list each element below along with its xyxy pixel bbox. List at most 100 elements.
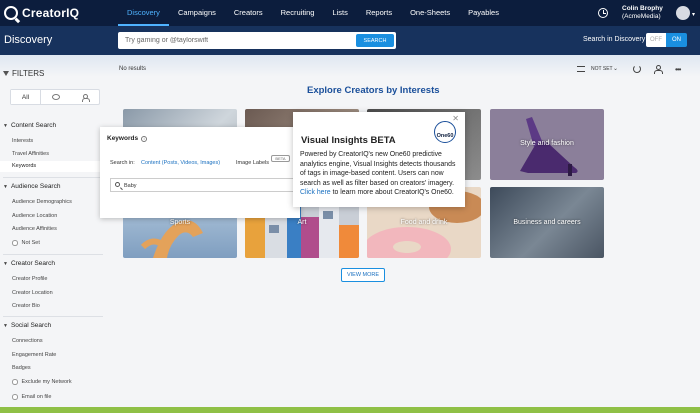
checkbox[interactable]: [12, 394, 18, 400]
user-info[interactable]: Colin Brophy (AcmeMedia): [622, 5, 663, 21]
section-content-search[interactable]: ▼ Content Search: [3, 122, 56, 129]
nav-tab-one-sheets[interactable]: One-Sheets: [401, 0, 459, 26]
logo-icon: [4, 6, 18, 20]
section-title: Audience Search: [10, 183, 61, 190]
add-user-icon[interactable]: [654, 65, 663, 74]
checkbox-exclude-my-network[interactable]: Exclude my Network: [12, 379, 72, 385]
image-labels-option[interactable]: Image Labels: [236, 160, 269, 166]
section-creator-search[interactable]: ▼ Creator Search: [3, 260, 55, 267]
nav-tab-campaigns[interactable]: Campaigns: [169, 0, 225, 26]
section-social-search[interactable]: ▼ Social Search: [3, 322, 51, 329]
nav-tab-recruiting[interactable]: Recruiting: [272, 0, 324, 26]
page-title: Discovery: [4, 34, 53, 46]
keyword-input-value: Baby: [124, 182, 137, 189]
interest-card-style-fashion[interactable]: Style and fashion: [490, 109, 604, 180]
sidebar-item-creator-bio[interactable]: Creator Bio: [12, 303, 40, 309]
discovery-bar: Discovery SEARCH Search in Discovery OFF…: [0, 26, 700, 55]
avatar[interactable]: [676, 6, 690, 20]
filter-type-segment: All: [10, 89, 100, 105]
one60-logo: One60: [434, 121, 456, 143]
section-audience-search[interactable]: ▼ Audience Search: [3, 183, 60, 190]
divider: [3, 177, 103, 178]
filters-label: FILTERS: [12, 69, 45, 78]
interest-card-business-careers[interactable]: Business and careers: [490, 187, 604, 258]
visual-insights-popup: ✕ One60 Visual Insights BETA Powered by …: [293, 112, 465, 207]
sort-select[interactable]: NOT SET: [591, 66, 613, 72]
keywords-title-text: Keywords: [107, 135, 139, 142]
search-in-discovery-label: Search in Discovery: [583, 36, 646, 43]
sidebar-item-travel-affinities[interactable]: Travel Affinities: [12, 151, 49, 157]
section-title: Content Search: [10, 122, 57, 129]
search-box: SEARCH: [118, 32, 396, 49]
refresh-icon[interactable]: [633, 65, 641, 73]
section-title: Social Search: [10, 322, 52, 329]
one60-logo-text: One60: [436, 133, 454, 139]
toggle-on[interactable]: ON: [666, 33, 687, 47]
segment-content[interactable]: [41, 90, 70, 104]
checkbox-not-set[interactable]: Not Set: [12, 240, 40, 246]
sidebar-item-keywords[interactable]: Keywords: [0, 161, 100, 172]
sidebar-item-badges[interactable]: Badges: [12, 365, 31, 371]
segment-creator[interactable]: [70, 90, 99, 104]
visual-insights-title: Visual Insights BETA: [301, 135, 396, 146]
divider: [3, 254, 103, 255]
card-label: Art: [297, 219, 307, 226]
sidebar-item-creator-profile[interactable]: Creator Profile: [12, 276, 47, 282]
user-name: Colin Brophy: [622, 5, 663, 12]
sidebar-item-connections[interactable]: Connections: [12, 338, 43, 344]
keywords-title: Keywords i: [107, 135, 148, 142]
explore-title: Explore Creators by Interests: [307, 85, 440, 96]
view-more-button[interactable]: VIEW MORE: [341, 268, 385, 282]
nav-tab-discovery[interactable]: Discovery: [118, 0, 169, 26]
sidebar-item-creator-location[interactable]: Creator Location: [12, 290, 53, 296]
chevron-down-icon[interactable]: ⌄: [613, 65, 618, 72]
card-label: Business and careers: [513, 219, 581, 226]
results-count: No results: [119, 66, 147, 72]
nav-tab-creators[interactable]: Creators: [225, 0, 272, 26]
more-icon[interactable]: •••: [675, 65, 681, 74]
nav-tab-payables[interactable]: Payables: [459, 0, 508, 26]
eye-icon: [51, 94, 60, 100]
divider: [3, 316, 103, 317]
nav-tab-lists[interactable]: Lists: [323, 0, 356, 26]
sidebar-item-audience-demographics[interactable]: Audience Demographics: [12, 199, 72, 205]
footer-bar: [0, 407, 700, 413]
sidebar-item-interests[interactable]: Interests: [12, 138, 33, 144]
chevron-down-icon: ▼: [3, 122, 8, 129]
clock-icon[interactable]: [598, 8, 608, 18]
toggle-off[interactable]: OFF: [646, 33, 666, 47]
checkbox-label: Email on file: [21, 394, 52, 400]
person-icon: [81, 93, 90, 102]
search-button-label: SEARCH: [363, 37, 387, 44]
content-search-option[interactable]: Content (Posts, Videos, Images): [141, 160, 220, 166]
beta-badge: BETA: [271, 155, 290, 162]
visual-insights-body: Powered by CreatorIQ's new One60 predict…: [300, 150, 462, 198]
filter-icon: [3, 71, 9, 76]
search-in-discovery-toggle[interactable]: OFF ON: [646, 33, 687, 47]
sidebar: FILTERS All ▼ Content Search Interests T…: [0, 55, 108, 407]
keyword-input[interactable]: Baby: [110, 178, 300, 192]
nav-tab-reports[interactable]: Reports: [357, 0, 401, 26]
nav-tabs: Discovery Campaigns Creators Recruiting …: [118, 0, 508, 26]
sidebar-item-audience-location[interactable]: Audience Location: [12, 213, 57, 219]
close-icon[interactable]: ✕: [452, 114, 459, 123]
info-icon[interactable]: i: [141, 135, 148, 142]
segment-all[interactable]: All: [11, 90, 41, 104]
body-tail: to learn more about CreatorIQ's One60.: [332, 189, 454, 197]
checkbox-label: Exclude my Network: [21, 379, 72, 385]
search-input[interactable]: [118, 32, 356, 49]
chevron-down-icon[interactable]: ▾: [692, 11, 695, 18]
checkbox-email-on-file[interactable]: Email on file: [12, 394, 51, 400]
click-here-link[interactable]: Click here: [300, 189, 331, 196]
logo[interactable]: CreatorIQ: [4, 6, 104, 20]
card-label: Sports: [169, 219, 191, 226]
logo-text: CreatorIQ: [22, 6, 80, 20]
top-navbar: CreatorIQ Discovery Campaigns Creators R…: [0, 0, 700, 26]
search-button[interactable]: SEARCH: [356, 34, 394, 47]
checkbox[interactable]: [12, 379, 18, 385]
sidebar-item-engagement-rate[interactable]: Engagement Rate: [12, 352, 56, 358]
sidebar-item-audience-affinities[interactable]: Audience Affinities: [12, 226, 57, 232]
checkbox[interactable]: [12, 240, 18, 246]
sort-icon[interactable]: [577, 66, 585, 72]
user-org: (AcmeMedia): [622, 13, 661, 20]
